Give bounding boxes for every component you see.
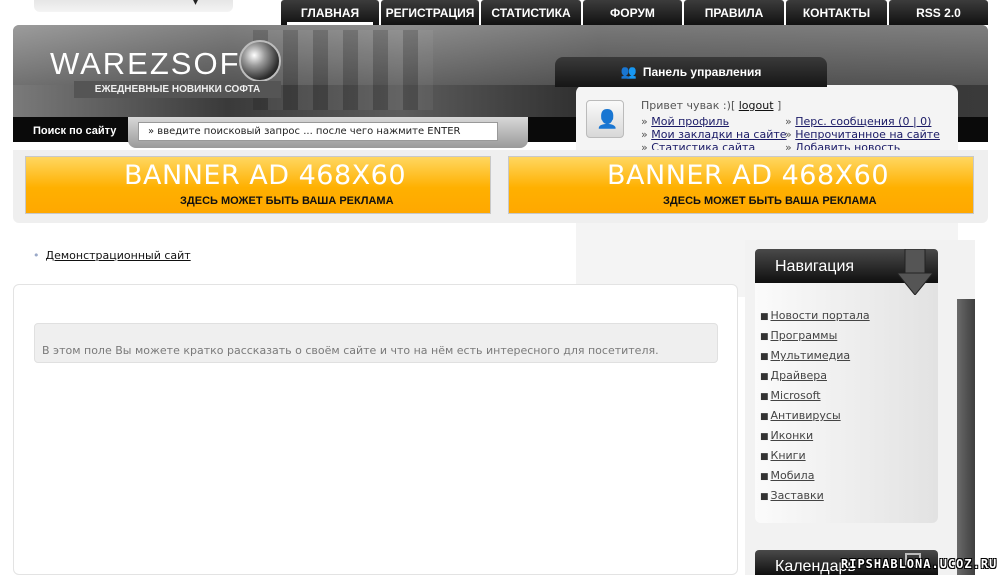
logout-link[interactable]: logout (739, 99, 774, 112)
list-item: ■ Мобила (760, 469, 870, 489)
nav-link-multimedia[interactable]: Мультимедиа (771, 349, 851, 362)
unread-link[interactable]: Непрочитанное на сайте (795, 128, 940, 141)
my-bookmarks-link[interactable]: Мои закладки на сайте (651, 128, 786, 141)
banner-ad-right[interactable]: BANNER AD 468X60 ЗДЕСЬ МОЖЕТ БЫТЬ ВАША Р… (508, 156, 974, 214)
site-slogan: ЕЖЕДНЕВНЫЕ НОВИНКИ СОФТА (74, 81, 281, 98)
list-item: ■ Заставки (760, 489, 870, 509)
site-logo[interactable]: WAREZSOFT (50, 46, 261, 82)
nav-link-programs[interactable]: Программы (771, 329, 838, 342)
list-bullet: ■ (760, 372, 769, 382)
control-panel-links-left: » Мой профиль » Мои закладки на сайте » … (641, 115, 787, 154)
sidebar-shadow (957, 299, 975, 575)
banner-title: BANNER AD 468X60 (607, 160, 890, 191)
nav-link-microsoft[interactable]: Microsoft (771, 389, 821, 402)
arrow-down-icon (897, 249, 933, 295)
tab-rss[interactable]: RSS 2.0 (889, 0, 988, 25)
list-bullet: ■ (760, 352, 769, 362)
banner-subtitle: ЗДЕСЬ МОЖЕТ БЫТЬ ВАША РЕКЛАМА (180, 195, 394, 207)
tab-registration[interactable]: РЕГИСТРАЦИЯ (381, 0, 479, 25)
list-item: ■ Microsoft (760, 389, 870, 409)
banner-subtitle: ЗДЕСЬ МОЖЕТ БЫТЬ ВАША РЕКЛАМА (663, 195, 877, 207)
list-bullet: ■ (760, 412, 769, 422)
logout-bracket-close: ] (777, 99, 782, 112)
list-bullet: ■ (760, 312, 769, 322)
list-bullet: ■ (760, 392, 769, 402)
list-item: ■ Программы (760, 329, 870, 349)
list-item: ■ Иконки (760, 429, 870, 449)
control-panel-links-right: » Перс. сообщения (0 | 0) » Непрочитанно… (785, 115, 940, 154)
control-panel-title: 👥 Панель управления (555, 57, 827, 87)
list-item: ■ Книги (760, 449, 870, 469)
nav-link-screensavers[interactable]: Заставки (771, 489, 824, 502)
list-bullet: ■ (760, 432, 769, 442)
main-nav: ГЛАВНАЯ РЕГИСТРАЦИЯ СТАТИСТИКА ФОРУМ ПРА… (281, 0, 990, 25)
list-bullet: ■ (760, 492, 769, 502)
nav-link-books[interactable]: Книги (771, 449, 806, 462)
top-dropdown[interactable]: ▾ (34, 0, 233, 12)
banner-ad-left[interactable]: BANNER AD 468X60 ЗДЕСЬ МОЖЕТ БЫТЬ ВАША Р… (25, 156, 491, 214)
breadcrumb-bullet: • (33, 249, 40, 262)
nav-link-news[interactable]: Новости портала (771, 309, 870, 322)
logout-bracket-open: [ (730, 99, 736, 112)
site-info-box: В этом поле Вы можете кратко рассказать … (34, 323, 718, 363)
greeting: Привет чувак :)[ logout ] (641, 99, 781, 112)
nav-link-drivers[interactable]: Драйвера (771, 369, 827, 382)
tab-home[interactable]: ГЛАВНАЯ (281, 0, 379, 25)
avatar: 👤 (586, 100, 624, 138)
control-panel-label: Панель управления (642, 65, 762, 79)
watermark: RIPSHABLONA.UCOZ.RU (841, 557, 998, 571)
link-bullet: » (641, 115, 648, 128)
header-decoration (253, 30, 433, 110)
globe-icon (239, 40, 281, 82)
list-item: ■ Антивирусы (760, 409, 870, 429)
tab-contacts[interactable]: КОНТАКТЫ (786, 0, 887, 25)
list-item: ■ Новости портала (760, 309, 870, 329)
nav-link-icons[interactable]: Иконки (771, 429, 814, 442)
banner-title: BANNER AD 468X60 (124, 160, 407, 191)
greeting-text: Привет чувак :) (641, 99, 731, 112)
breadcrumb: • Демонстрационный сайт (33, 249, 191, 262)
list-bullet: ■ (760, 472, 769, 482)
list-item: ■ Драйвера (760, 369, 870, 389)
search-input[interactable]: » введите поисковый запрос ... после чег… (138, 122, 498, 141)
my-profile-link[interactable]: Мой профиль (651, 115, 729, 128)
search-label: Поиск по сайту (33, 125, 117, 137)
list-item: ■ Мультимедиа (760, 349, 870, 369)
list-bullet: ■ (760, 452, 769, 462)
nav-link-mobile[interactable]: Мобила (771, 469, 815, 482)
list-bullet: ■ (760, 332, 769, 342)
link-bullet: » (785, 115, 792, 128)
user-card-icon: 👤 (596, 109, 619, 130)
tab-statistics[interactable]: СТАТИСТИКА (481, 0, 581, 25)
chevron-down-icon: ▾ (193, 0, 199, 8)
tab-forum[interactable]: ФОРУМ (583, 0, 682, 25)
tab-rules[interactable]: ПРАВИЛА (684, 0, 784, 25)
private-messages-link[interactable]: Перс. сообщения (0 | 0) (795, 115, 931, 128)
navigation-list: ■ Новости портала ■ Программы ■ Мультимедиа… (760, 309, 870, 509)
link-bullet: » (785, 128, 792, 141)
breadcrumb-home-link[interactable]: Демонстрационный сайт (46, 249, 191, 262)
nav-link-antivirus[interactable]: Антивирусы (771, 409, 841, 422)
link-bullet: » (641, 128, 648, 141)
users-icon: 👥 (620, 64, 637, 79)
